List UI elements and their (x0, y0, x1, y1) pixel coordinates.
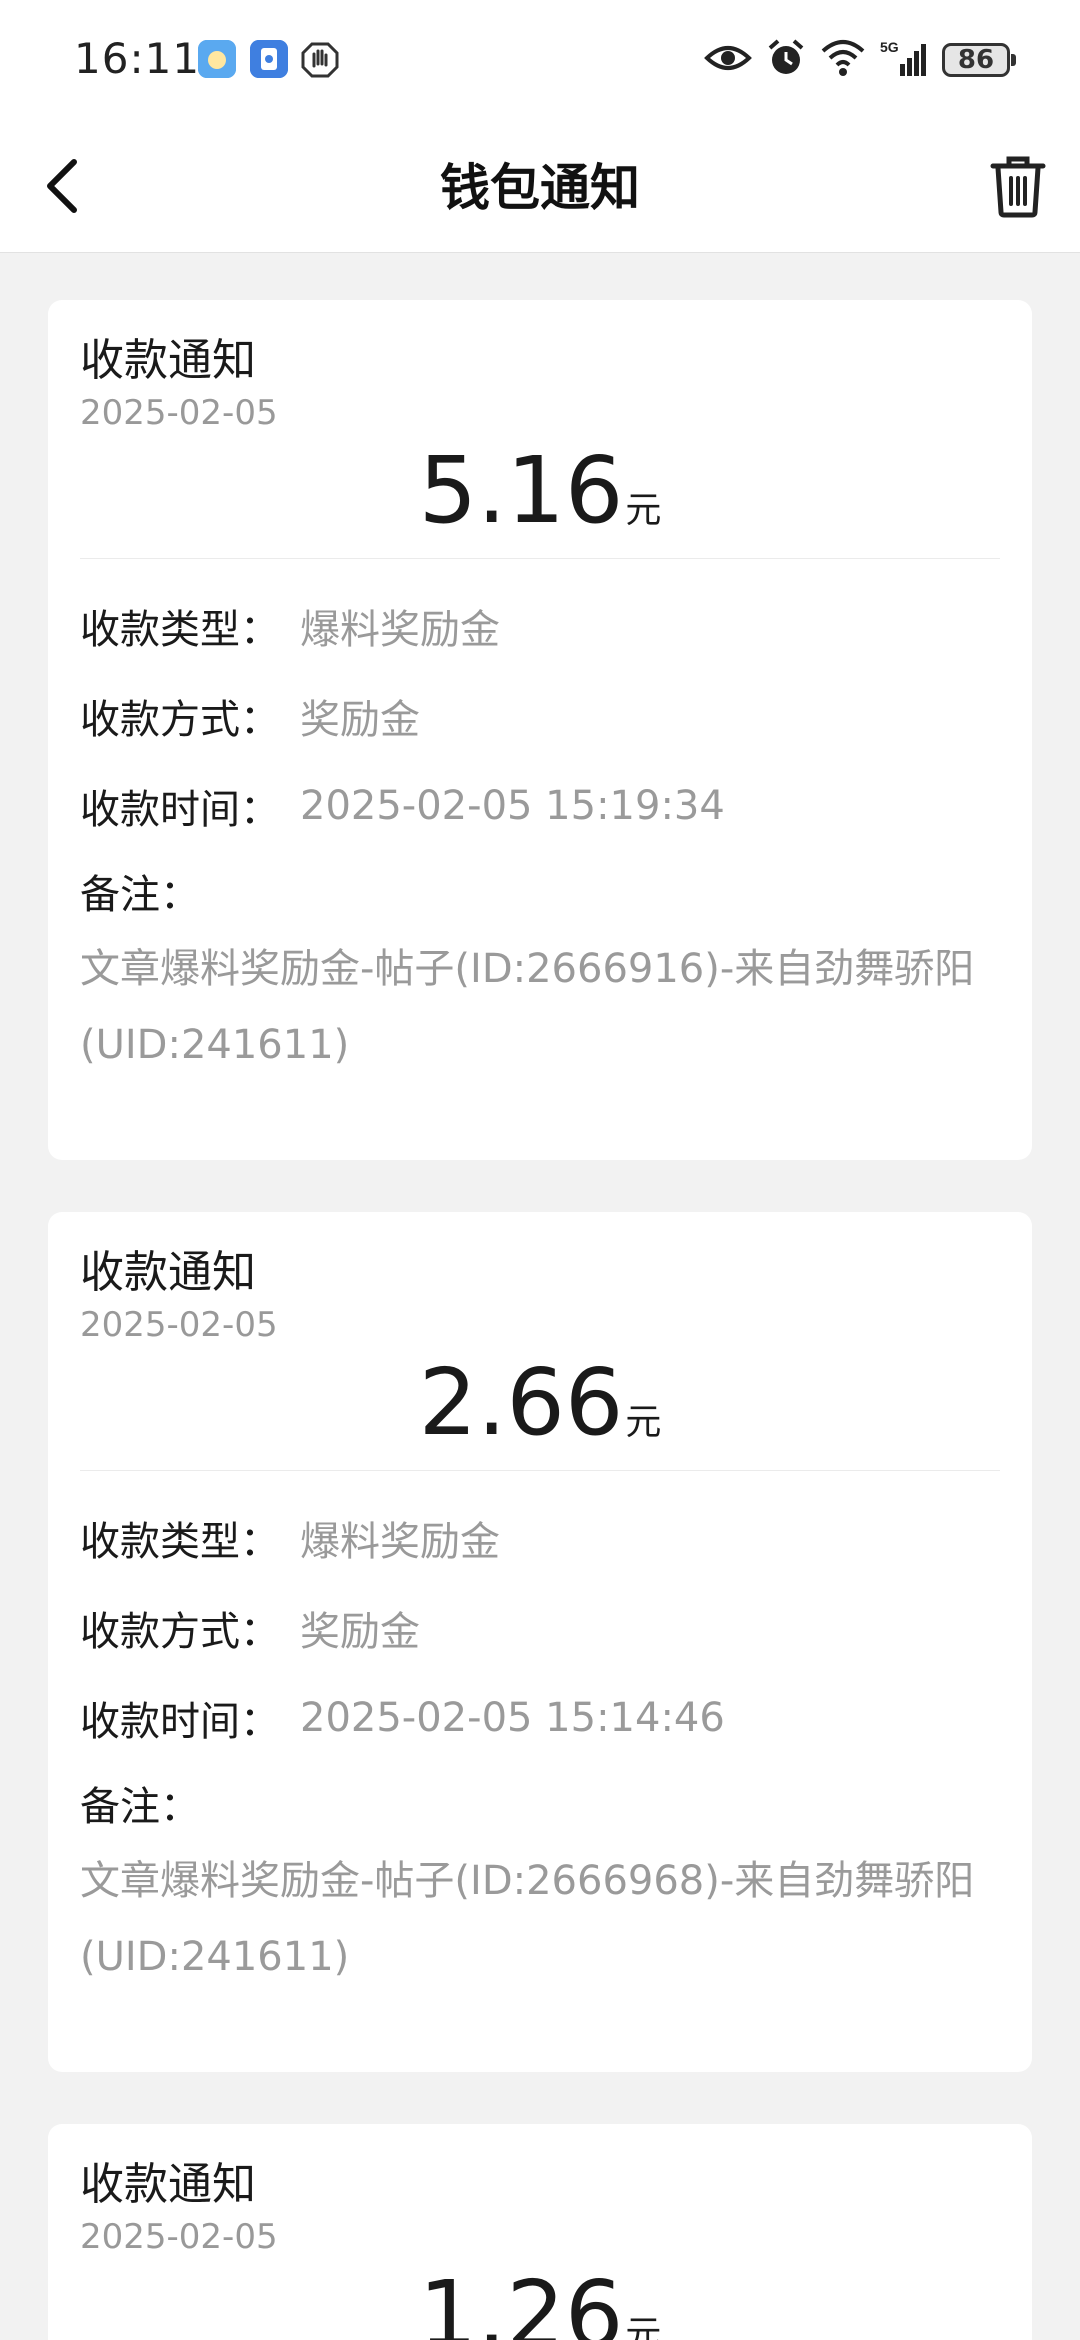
notice-date: 2025-02-05 (80, 2217, 278, 2257)
notice-amount: 2.66 (418, 1349, 624, 1456)
detail-label: 收款时间： (80, 787, 280, 833)
detail-row-time: 收款时间： 2025-02-05 15:19:34 (80, 761, 1000, 851)
notice-date: 2025-02-05 (80, 393, 278, 433)
amount-row: 1.26元 (80, 2260, 1000, 2340)
network-type-label: 5G (880, 39, 899, 55)
note-line: (UID:241611) (80, 1022, 350, 1068)
detail-label: 收款类型： (80, 607, 280, 653)
detail-row-method: 收款方式： 奖励金 (80, 671, 1000, 761)
note-line: (UID:241611) (80, 1934, 350, 1980)
battery-indicator: 86 (942, 43, 1016, 77)
notice-amount: 5.16 (418, 437, 624, 544)
notice-amount: 1.26 (418, 2261, 624, 2340)
eye-icon (704, 42, 752, 78)
notification-app-icon (250, 40, 288, 78)
page-header: 钱包通知 (0, 120, 1080, 253)
notice-card[interactable]: 收款通知 2025-02-05 5.16元 收款类型： 爆料奖励金 收款方式： … (48, 300, 1032, 1160)
signal-icon: 5G (880, 38, 928, 82)
notice-card[interactable]: 收款通知 2025-02-05 2.66元 收款类型： 爆料奖励金 收款方式： … (48, 1212, 1032, 2072)
detail-row-method: 收款方式： 奖励金 (80, 1583, 1000, 1673)
note-line: 文章爆料奖励金-帖子(ID:2666916)-来自劲舞骄阳 (80, 946, 975, 992)
notice-title: 收款通知 (80, 2159, 256, 2210)
detail-label: 收款方式： (80, 1609, 280, 1655)
alarm-icon (766, 38, 806, 82)
detail-value: 奖励金 (300, 1609, 420, 1655)
detail-label: 收款时间： (80, 1699, 280, 1745)
notice-card[interactable]: 收款通知 2025-02-05 1.26元 (48, 2124, 1032, 2340)
detail-value: 爆料奖励金 (300, 607, 500, 653)
detail-value: 2025-02-05 15:19:34 (300, 783, 725, 829)
detail-row-type: 收款类型： 爆料奖励金 (80, 1493, 1000, 1583)
status-bar: 16:11 5G 86 (0, 0, 1080, 120)
page-title: 钱包通知 (440, 159, 640, 217)
notice-title: 收款通知 (80, 1247, 256, 1298)
detail-label: 收款类型： (80, 1519, 280, 1565)
note-text: 文章爆料奖励金-帖子(ID:2666916)-来自劲舞骄阳 (UID:24161… (80, 931, 1000, 1083)
amount-unit: 元 (625, 1402, 662, 1443)
divider (80, 1470, 1000, 1471)
note-line: 文章爆料奖励金-帖子(ID:2666968)-来自劲舞骄阳 (80, 1858, 975, 1904)
note-label: 备注： (80, 1784, 200, 1830)
detail-row-time: 收款时间： 2025-02-05 15:14:46 (80, 1673, 1000, 1763)
notice-date: 2025-02-05 (80, 1305, 278, 1345)
trash-icon (990, 156, 1046, 218)
detail-label: 收款方式： (80, 697, 280, 743)
amount-row: 5.16元 (80, 436, 1000, 554)
screen: 16:11 5G 86 钱包通知 收款通知 2025-02-05 5.16元 收… (0, 0, 1080, 2340)
detail-value: 奖励金 (300, 697, 420, 743)
hand-stop-icon (300, 40, 339, 78)
detail-value: 爆料奖励金 (300, 1519, 500, 1565)
notice-list: 收款通知 2025-02-05 5.16元 收款类型： 爆料奖励金 收款方式： … (48, 300, 1032, 2340)
divider (80, 558, 1000, 559)
notice-title: 收款通知 (80, 335, 256, 386)
note-text: 文章爆料奖励金-帖子(ID:2666968)-来自劲舞骄阳 (UID:24161… (80, 1843, 1000, 1995)
wifi-icon (820, 39, 866, 81)
delete-all-button[interactable] (978, 146, 1058, 226)
amount-unit: 元 (625, 2314, 662, 2340)
status-right-group: 5G 86 (704, 36, 1016, 84)
weather-app-icon (198, 40, 236, 78)
detail-row-type: 收款类型： 爆料奖励金 (80, 581, 1000, 671)
amount-row: 2.66元 (80, 1348, 1000, 1466)
status-time: 16:11 (74, 34, 201, 83)
note-label: 备注： (80, 872, 200, 918)
amount-unit: 元 (625, 490, 662, 531)
detail-value: 2025-02-05 15:14:46 (300, 1695, 725, 1741)
